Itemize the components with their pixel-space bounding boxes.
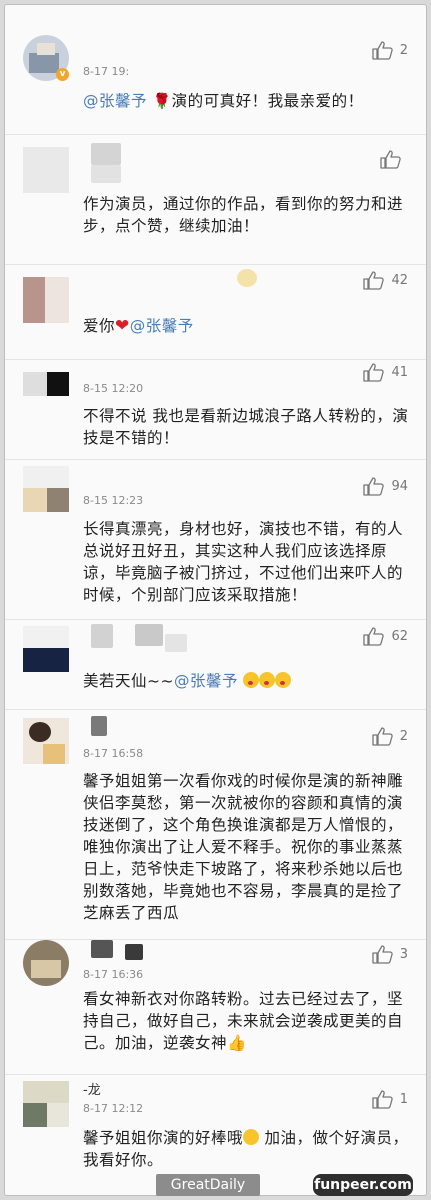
comment-time: 8-17 16:36 [83, 968, 144, 981]
comment-time: 8-15 12:23 [83, 494, 144, 507]
thumbs-up-icon [372, 945, 393, 964]
like-button[interactable]: 2 [372, 726, 408, 746]
like-count: 94 [391, 478, 408, 494]
comment-time: 8-17 16:58 [83, 747, 144, 760]
smile-emoji [243, 1129, 260, 1145]
like-count: 41 [391, 364, 408, 380]
watermark-greatdaily: GreatDaily [156, 1174, 260, 1196]
comment-item: 8-15 12:20 41 不得不说 我也是看新边城浪子路人转粉的，演技是不错的… [5, 360, 426, 460]
heart-emoji: ❤ [115, 316, 130, 336]
comment-text: 馨予姐姐第一次看你戏的时候你是演的新神雕侠侣李莫愁，第一次就被你的容颜和真情的演… [83, 772, 404, 922]
comment-text: 馨予姐姐你演的好棒哦 加油，做个好演员，我看好你。 [83, 1127, 413, 1171]
like-button[interactable]: 2 [372, 40, 408, 60]
comment-item: 8-17 16:36 3 看女神新衣对你路转粉。过去已经过去了，坚持自己，做好自… [5, 940, 426, 1075]
avatar[interactable] [23, 277, 69, 323]
kiss-emoji [259, 672, 276, 688]
like-button[interactable]: 41 [363, 362, 408, 382]
blurred-name [165, 634, 187, 652]
like-count: 2 [399, 42, 408, 58]
blurred-name [91, 143, 121, 165]
avatar[interactable] [23, 940, 69, 986]
blurred-name [125, 944, 143, 960]
thumbs-up-icon [363, 363, 385, 382]
comment-body: 美若天仙~~ [83, 672, 174, 690]
mention-link[interactable]: @张馨予 [174, 672, 238, 690]
watermark-funpeer: funpeer.com [313, 1174, 413, 1196]
blurred-name [91, 716, 107, 736]
avatar[interactable] [23, 1081, 69, 1127]
comment-time: 8-17 19: [83, 65, 130, 78]
mention-link[interactable]: @张馨予 [130, 317, 194, 335]
commenter-name[interactable]: -龙 [83, 1079, 101, 1098]
comment-time: 8-15 12:20 [83, 382, 144, 395]
avatar[interactable] [23, 466, 69, 512]
comment-item: 作为演员，通过你的作品，看到你的努力和进步，点个赞，继续加油！ [5, 135, 426, 265]
verified-badge-icon: v [56, 68, 69, 81]
like-button[interactable]: 94 [363, 476, 408, 496]
thumbs-up-icon [372, 1090, 393, 1109]
comment-item: 8-15 12:23 94 长得真漂亮，身材也好，演技也不错，有的人总说好丑好丑… [5, 460, 426, 620]
like-button[interactable]: 62 [363, 626, 408, 646]
like-count: 1 [399, 1091, 408, 1107]
like-button[interactable] [380, 149, 408, 169]
blurred-name [91, 165, 121, 183]
comment-item: 62 美若天仙~~@张馨予 [5, 620, 426, 710]
comment-text: 长得真漂亮，身材也好，演技也不错，有的人总说好丑好丑，其实这种人我们应该选择原谅… [83, 520, 404, 604]
like-count: 42 [391, 272, 408, 288]
comment-body: 爱你 [83, 317, 116, 335]
thumbs-up-icon [380, 150, 401, 169]
thumbs-up-icon [372, 41, 393, 60]
comment-list: v 8-17 19: 2 @张馨予 🌹演的可真好！我最亲爱的！ 作为演员，通过你… [4, 4, 427, 1196]
thumbs-up-icon [363, 627, 385, 646]
avatar[interactable] [23, 147, 69, 193]
rose-emoji: 🌹 [152, 92, 172, 110]
blurred-name [135, 624, 163, 646]
avatar[interactable] [23, 372, 69, 418]
like-button[interactable]: 3 [372, 944, 408, 964]
comment-item: 42 爱你❤@张馨予 [5, 265, 426, 360]
comment-text: 作为演员，通过你的作品，看到你的努力和进步，点个赞，继续加油！ [83, 195, 404, 235]
avatar[interactable] [23, 626, 69, 672]
comment-body: 馨予姐姐你演的好棒哦 [83, 1129, 244, 1147]
comment-body: 演的可真好！我最亲爱的！ [171, 92, 364, 110]
comment-item: 8-17 16:58 2 馨予姐姐第一次看你戏的时候你是演的新神雕侠侣李莫愁，第… [5, 710, 426, 940]
kiss-emoji [243, 672, 260, 688]
mention-link[interactable]: @张馨予 [83, 92, 147, 110]
thumbs-up-icon [363, 271, 385, 290]
like-count: 3 [399, 946, 408, 962]
like-count: 2 [399, 728, 408, 744]
like-button[interactable]: 1 [372, 1089, 408, 1109]
like-button[interactable]: 42 [363, 270, 408, 290]
comment-text: 爱你❤@张馨予 [83, 315, 413, 337]
blurred-name [91, 624, 113, 648]
comment-item: v 8-17 19: 2 @张馨予 🌹演的可真好！我最亲爱的！ [5, 5, 426, 135]
blurred-name [91, 940, 113, 958]
blurred-emoji [237, 269, 257, 287]
comment-text: @张馨予 🌹演的可真好！我最亲爱的！ [83, 90, 413, 112]
comment-text: 不得不说 我也是看新边城浪子路人转粉的，演技是不错的！ [83, 407, 409, 447]
comment-text: 看女神新衣对你路转粉。过去已经过去了，坚持自己，做好自己，未来就会逆袭成更美的自… [83, 990, 404, 1052]
comment-text: 美若天仙~~@张馨予 [83, 670, 413, 692]
thumbs-up-icon [372, 727, 393, 746]
avatar[interactable] [23, 718, 69, 764]
like-count: 62 [391, 628, 408, 644]
thumbs-up-icon [363, 477, 385, 496]
comment-time: 8-17 12:12 [83, 1102, 144, 1115]
kiss-emoji [275, 672, 292, 688]
